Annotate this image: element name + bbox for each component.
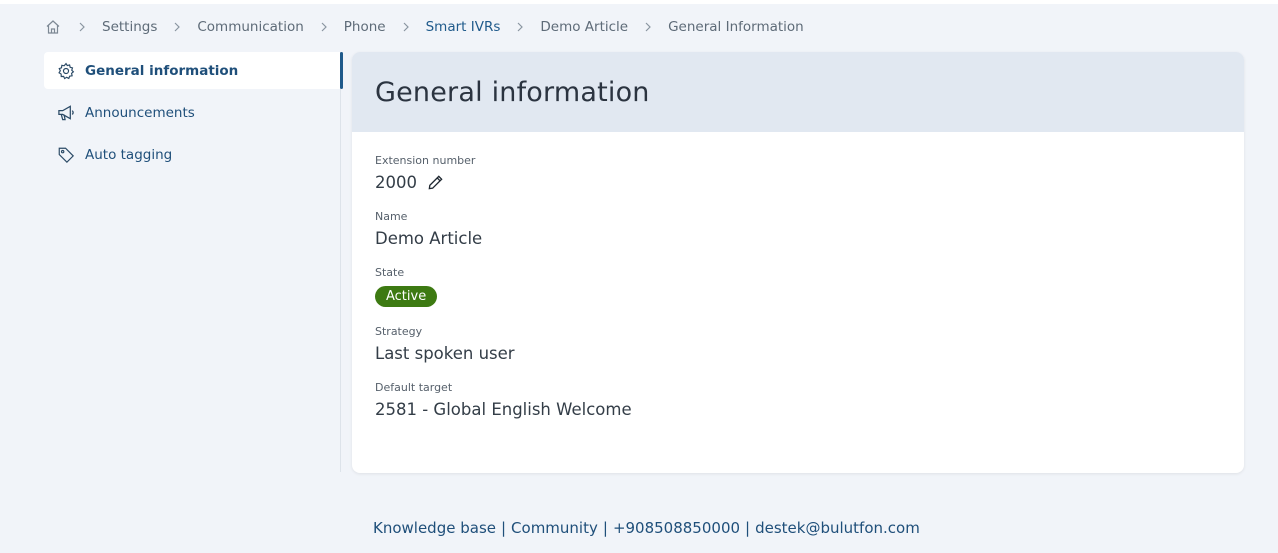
sidebar-item-auto-tagging[interactable]: Auto tagging (44, 136, 340, 173)
general-information-card: General information Extension number 200… (352, 52, 1244, 473)
chevron-right-icon (386, 22, 426, 32)
default-target-value: 2581 - Global English Welcome (375, 400, 632, 419)
field-label: State (375, 266, 405, 279)
megaphone-icon (56, 103, 76, 123)
field-value: 2000 (375, 173, 1221, 192)
field-label: Name (375, 210, 408, 223)
sidebar: General information Announcements Auto t… (44, 52, 343, 472)
footer-email-link[interactable]: destek@bulutfon.com (755, 519, 920, 537)
field-label: Strategy (375, 325, 423, 338)
sidebar-item-general-information[interactable]: General information (44, 52, 343, 89)
breadcrumb-phone[interactable]: Phone (344, 19, 386, 35)
name-field: Name Demo Article (375, 210, 1221, 248)
breadcrumb-communication[interactable]: Communication (197, 19, 303, 35)
breadcrumb-smart-ivrs[interactable]: Smart IVRs (426, 19, 501, 35)
gear-icon (56, 61, 76, 81)
chevron-right-icon (157, 22, 197, 32)
chevron-right-icon (62, 22, 102, 32)
field-label: Extension number (375, 154, 476, 167)
strategy-field: Strategy Last spoken user (375, 325, 1221, 363)
strategy-value: Last spoken user (375, 344, 515, 363)
card-header: General information (352, 52, 1244, 132)
status-badge: Active (375, 286, 438, 307)
footer-knowledge-base-link[interactable]: Knowledge base (373, 519, 496, 537)
extension-number-value: 2000 (375, 173, 417, 192)
sidebar-item-label: Announcements (85, 104, 195, 121)
sidebar-item-label: Auto tagging (85, 146, 173, 163)
card-body: Extension number 2000 Name Demo Article … (352, 132, 1244, 459)
chevron-right-icon (304, 22, 344, 32)
extension-number-field: Extension number 2000 (375, 154, 1221, 192)
breadcrumb-general-information: General Information (668, 19, 804, 35)
home-icon[interactable] (44, 18, 62, 36)
page-title: General information (375, 76, 650, 108)
name-value: Demo Article (375, 229, 483, 248)
chevron-right-icon (628, 22, 668, 32)
state-field: State Active (375, 266, 1221, 307)
pencil-icon[interactable] (426, 174, 444, 192)
chevron-right-icon (500, 22, 540, 32)
breadcrumb-demo-article[interactable]: Demo Article (540, 19, 628, 35)
top-bar (0, 0, 1278, 4)
sidebar-item-announcements[interactable]: Announcements (44, 94, 340, 131)
breadcrumb: Settings Communication Phone Smart IVRs … (44, 17, 804, 37)
footer-separator: | (500, 519, 507, 537)
footer: Knowledge base | Community | +9085088500… (373, 519, 920, 537)
footer-separator: | (602, 519, 608, 537)
footer-community-link[interactable]: Community (511, 519, 598, 537)
footer-separator: | (745, 519, 751, 537)
tag-icon (56, 145, 76, 165)
sidebar-item-label: General information (85, 62, 239, 79)
footer-phone-link[interactable]: +908508850000 (613, 519, 740, 537)
default-target-field: Default target 2581 - Global English Wel… (375, 381, 1221, 419)
field-label: Default target (375, 381, 453, 394)
breadcrumb-settings[interactable]: Settings (102, 19, 157, 35)
